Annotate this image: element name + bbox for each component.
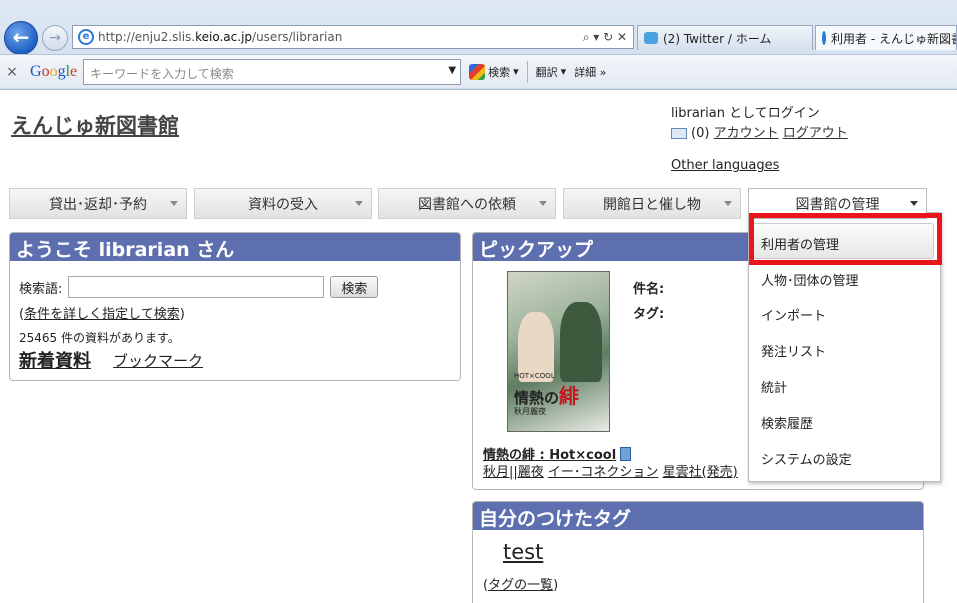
cover-series: HOT×COOL bbox=[514, 372, 555, 380]
dropdown-item-system-settings[interactable]: システムの設定 bbox=[761, 449, 852, 468]
ie-tab-icon bbox=[822, 31, 826, 45]
google-icon bbox=[469, 63, 486, 80]
toolbar-divider bbox=[526, 60, 528, 83]
menu-request[interactable]: 図書館への依頼 bbox=[378, 188, 556, 219]
bookmark-link[interactable]: ブックマーク bbox=[113, 350, 203, 371]
other-languages-link[interactable]: Other languages bbox=[671, 158, 779, 173]
advanced-search-link[interactable]: 条件を詳しく指定して検索 bbox=[24, 307, 180, 322]
search-row: 検索語: 検索 bbox=[19, 276, 379, 298]
login-text: librarian としてログイン bbox=[671, 106, 820, 121]
subject-label: 件名: bbox=[633, 282, 665, 297]
dropdown-item-import[interactable]: インポート bbox=[761, 305, 826, 324]
logout-link[interactable]: ログアウト bbox=[783, 126, 848, 141]
book-cover-image[interactable]: HOT×COOL 情熱の緋 秋月麗夜 bbox=[507, 271, 610, 432]
google-search-button[interactable]: 検索 ▾ bbox=[469, 63, 519, 80]
highlight-annotation-box bbox=[749, 213, 942, 265]
ie-page-icon: e bbox=[78, 29, 94, 45]
menu-acquisition[interactable]: 資料の受入 bbox=[194, 188, 372, 219]
address-tools[interactable]: ⌕ ▾ ↻ ✕ bbox=[583, 30, 633, 45]
tag-label: タグ: bbox=[633, 307, 665, 322]
chevron-down-icon bbox=[539, 201, 547, 206]
search-button[interactable]: 検索 bbox=[330, 276, 379, 298]
translate-button[interactable]: 翻訳 ▾ bbox=[536, 64, 567, 80]
chevron-down-icon[interactable]: ▼ bbox=[448, 65, 456, 76]
chevron-down-icon bbox=[724, 201, 732, 206]
tab-twitter[interactable]: (2) Twitter / ホーム bbox=[637, 25, 813, 50]
account-link[interactable]: アカウント bbox=[714, 126, 779, 141]
book-icon bbox=[620, 447, 632, 461]
google-logo: Google bbox=[30, 62, 78, 80]
illustrator-link[interactable]: イー･コネクション bbox=[548, 465, 659, 480]
menu-circulation[interactable]: 貸出･返却･予約 bbox=[9, 188, 187, 219]
twitter-icon bbox=[644, 32, 658, 44]
dropdown-item-statistics[interactable]: 統計 bbox=[761, 377, 787, 396]
dropdown-item-search-history[interactable]: 検索履歴 bbox=[761, 413, 813, 432]
book-meta: 秋月||麗夜 イー･コネクション 星雲社(発売) bbox=[483, 461, 738, 480]
tag-test-link[interactable]: test bbox=[503, 540, 543, 564]
search-label: 検索語: bbox=[19, 281, 63, 297]
back-button[interactable]: ← bbox=[4, 21, 38, 55]
record-count: 25465 件の資料があります。 bbox=[19, 331, 180, 345]
google-search-input[interactable]: キーワードを入力して検索 ▼ bbox=[83, 58, 462, 85]
new-books-link[interactable]: 新着資料 bbox=[19, 347, 91, 373]
dropdown-item-order-list[interactable]: 発注リスト bbox=[761, 341, 826, 360]
login-info: librarian としてログイン (0) アカウント ログアウト bbox=[671, 104, 848, 144]
address-url[interactable]: http://enju2.slis.keio.ac.jp/users/libra… bbox=[98, 30, 342, 44]
cover-author: 秋月麗夜 bbox=[514, 407, 546, 416]
chevron-down-icon bbox=[170, 201, 178, 206]
author-link[interactable]: 秋月||麗夜 bbox=[483, 465, 544, 480]
dropdown-item-agents[interactable]: 人物･団体の管理 bbox=[761, 270, 859, 289]
more-button[interactable]: 詳細 » bbox=[574, 64, 606, 80]
advanced-search: (条件を詳しく指定して検索) bbox=[19, 307, 185, 322]
cover-title: 情熱の緋 bbox=[514, 384, 580, 408]
close-toolbar-icon[interactable]: × bbox=[0, 64, 24, 80]
address-bar[interactable]: e http://enju2.slis.keio.ac.jp/users/lib… bbox=[72, 25, 634, 49]
mail-count: (0) bbox=[691, 126, 710, 141]
menu-events[interactable]: 開館日と催し物 bbox=[563, 188, 741, 219]
tab-current[interactable]: 利用者 - えんじゅ新図書 bbox=[815, 25, 957, 50]
tag-list-link[interactable]: タグの一覧 bbox=[488, 578, 553, 593]
search-input[interactable] bbox=[68, 276, 325, 298]
tag-list: (タグの一覧) bbox=[483, 578, 559, 593]
google-toolbar: × Google キーワードを入力して検索 ▼ 検索 ▾ 翻訳 ▾ 詳細 » bbox=[0, 54, 957, 88]
chevron-down-icon bbox=[355, 201, 363, 206]
my-tags-heading: 自分のつけたタグ bbox=[473, 502, 923, 530]
mail-icon[interactable] bbox=[671, 128, 687, 139]
site-title[interactable]: えんじゅ新図書館 bbox=[11, 110, 179, 140]
browser-chrome: ← → e http://enju2.slis.keio.ac.jp/users… bbox=[0, 0, 957, 90]
chevron-down-icon bbox=[910, 201, 918, 206]
forward-button[interactable]: → bbox=[42, 25, 68, 51]
publisher-link[interactable]: 星雲社(発売) bbox=[663, 465, 738, 480]
welcome-heading: ようこそ librarian さん bbox=[10, 233, 460, 261]
